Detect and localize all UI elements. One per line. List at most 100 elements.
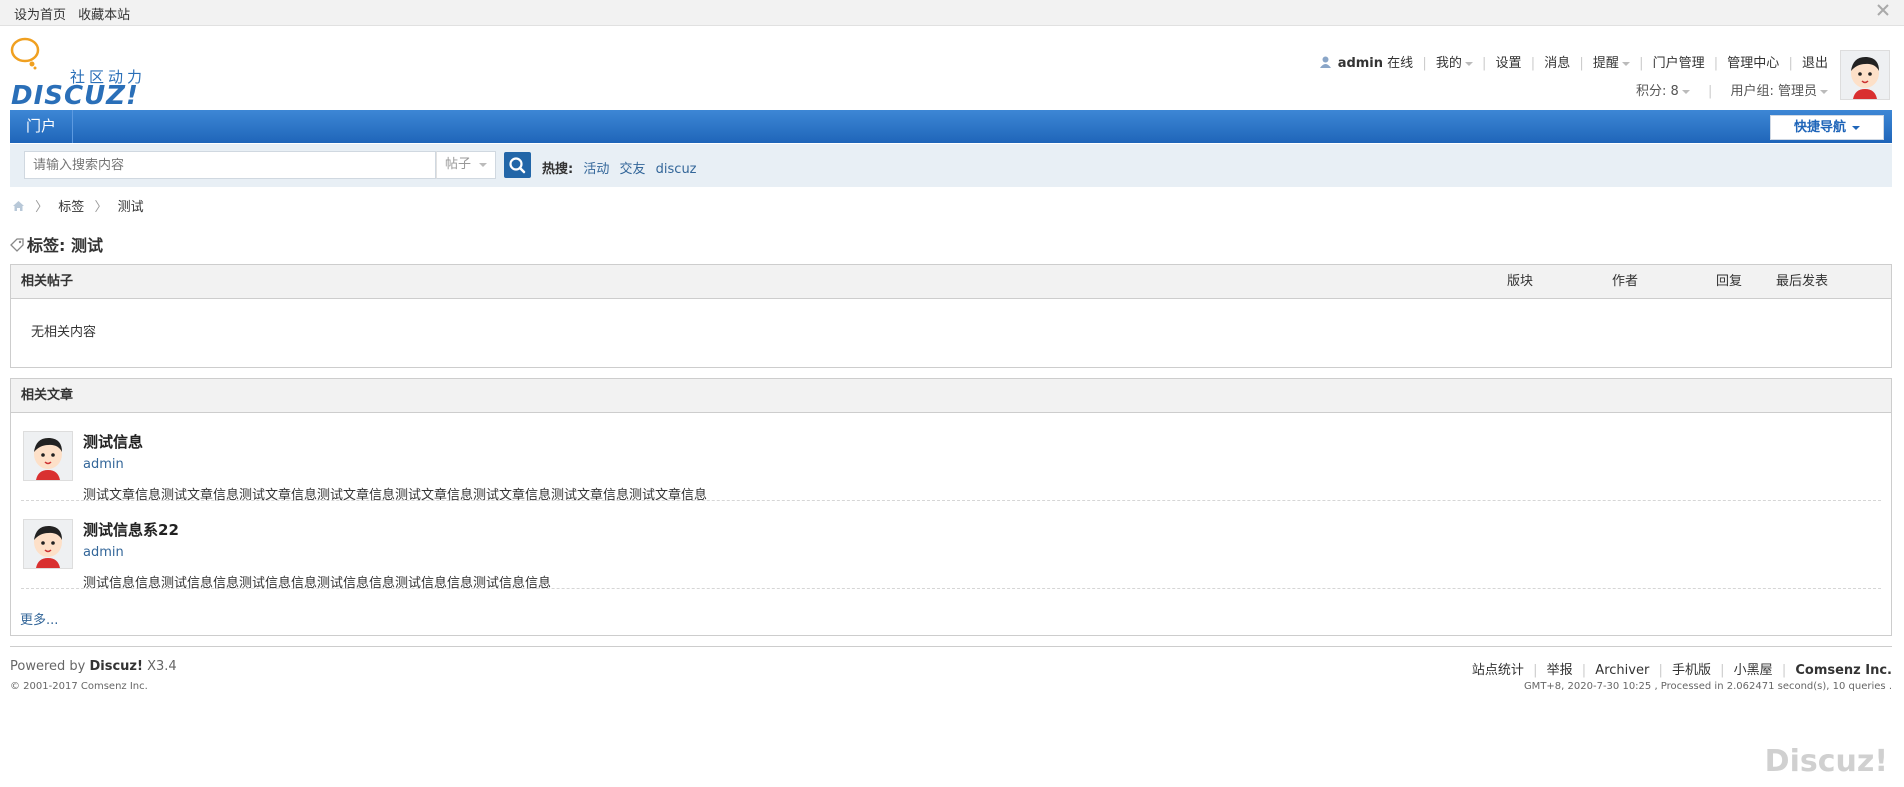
notifications-label: 提醒: [1592, 56, 1619, 71]
divider: |: [1713, 56, 1719, 71]
server-info: GMT+8, 2020-7-30 10:25 , Processed in 2.…: [1523, 681, 1892, 692]
footer-link-report[interactable]: 举报: [1547, 663, 1573, 678]
home-icon[interactable]: [12, 200, 25, 216]
hot-term[interactable]: 活动: [583, 162, 609, 177]
watermark: Discuz!: [1764, 744, 1888, 779]
search-icon: [509, 157, 526, 174]
header: 社区动力 DISCUZ! admin 在线 | 我的 | 设置 | 消息 | 提…: [0, 26, 1904, 111]
messages-link[interactable]: 消息: [1544, 56, 1570, 71]
set-homepage-link[interactable]: 设为首页: [14, 8, 66, 23]
column-replies: 回复: [1716, 274, 1743, 289]
user-icon: [1319, 56, 1331, 72]
search-bar: 帖子 热搜: 活动 交友 discuz: [10, 144, 1892, 187]
divider: |: [1658, 663, 1663, 678]
powered-prefix: Powered by: [10, 659, 90, 674]
tag-icon: [10, 237, 24, 256]
page-title: 标签: 测试: [10, 232, 103, 256]
user-group-menu[interactable]: 用户组: 管理员: [1730, 84, 1828, 99]
divider: |: [1579, 56, 1584, 71]
divider: |: [1639, 56, 1644, 71]
chevron-down-icon: [1820, 89, 1828, 94]
search-button[interactable]: [504, 152, 531, 178]
credits-label: 积分: 8: [1636, 84, 1679, 99]
powered-brand-link[interactable]: Discuz!: [89, 659, 142, 674]
breadcrumb-current: 测试: [117, 200, 144, 215]
hot-term[interactable]: discuz: [656, 162, 697, 177]
divider: |: [1781, 663, 1787, 678]
breadcrumb-tags[interactable]: 标签: [58, 200, 84, 215]
search-type-select[interactable]: 帖子: [436, 151, 496, 179]
notifications-menu[interactable]: 提醒: [1593, 56, 1630, 71]
article-title[interactable]: 测试信息: [83, 431, 143, 452]
footer-link-mobile[interactable]: 手机版: [1672, 663, 1711, 678]
divider: |: [1720, 663, 1725, 678]
divider: |: [1533, 663, 1538, 678]
search-input[interactable]: [25, 152, 441, 178]
site-logo[interactable]: 社区动力 DISCUZ!: [10, 36, 150, 111]
article-author[interactable]: admin: [83, 545, 124, 560]
footer-company-link[interactable]: Comsenz Inc.: [1795, 663, 1892, 678]
related-threads-box: 相关帖子 版块 作者 回复 最后发表 无相关内容: [10, 264, 1892, 368]
footer-link-stats[interactable]: 站点统计: [1472, 663, 1524, 678]
breadcrumb-separator: 〉: [94, 200, 108, 215]
article-author[interactable]: admin: [83, 457, 124, 472]
chevron-down-icon: [1464, 61, 1473, 66]
my-menu[interactable]: 我的: [1436, 56, 1473, 71]
divider: |: [1422, 56, 1427, 71]
hot-search: 热搜: 活动 交友 discuz: [542, 158, 697, 177]
divider: |: [1482, 56, 1487, 71]
settings-link[interactable]: 设置: [1496, 56, 1522, 71]
list-item: 测试信息 admin 测试文章信息测试文章信息测试文章信息测试文章信息测试文章信…: [21, 413, 1881, 503]
user-group-label: 用户组: 管理员: [1730, 84, 1817, 99]
user-info-row: 积分: 8 | 用户组: 管理员: [1636, 80, 1828, 99]
page-title-text: 标签: 测试: [27, 236, 103, 255]
avatar[interactable]: [23, 519, 73, 569]
related-articles-box: 相关文章 测试信息 admin 测试文章信息测试文章信息测试文章信息测试文章信息…: [10, 378, 1892, 636]
bookmark-site-link[interactable]: 收藏本站: [78, 8, 130, 23]
footer-link-blackroom[interactable]: 小黑屋: [1734, 663, 1773, 678]
credits-menu[interactable]: 积分: 8: [1636, 84, 1690, 99]
copyright: © 2001-2017 Comsenz Inc.: [10, 681, 148, 692]
powered-version: X3.4: [142, 659, 177, 674]
logo-wordmark: DISCUZ!: [11, 81, 139, 111]
close-icon[interactable]: [1874, 2, 1892, 20]
chevron-down-icon: [1681, 89, 1690, 94]
more-link[interactable]: 更多...: [20, 609, 58, 628]
top-links: 设为首页 收藏本站: [14, 4, 138, 23]
list-item: 测试信息系22 admin 测试信息信息测试信息信息测试信息信息测试信息信息测试…: [21, 501, 1881, 591]
admin-center-link[interactable]: 管理中心: [1727, 56, 1779, 71]
hot-search-label: 热搜:: [542, 162, 574, 177]
top-toolbar: 设为首页 收藏本站: [0, 0, 1904, 26]
footer: Powered by Discuz! X3.4 © 2001-2017 Coms…: [10, 646, 1892, 707]
logout-link[interactable]: 退出: [1802, 56, 1828, 71]
column-author: 作者: [1612, 274, 1639, 289]
bubble-icon: [10, 37, 40, 70]
related-articles-header: 相关文章: [11, 379, 1891, 413]
quick-nav-label: 快捷导航: [1793, 120, 1846, 135]
footer-links: 站点统计 | 举报 | Archiver | 手机版 | 小黑屋 | Comse…: [1472, 659, 1892, 678]
breadcrumb: 〉 标签 〉 测试: [12, 196, 144, 216]
divider: |: [1530, 56, 1536, 71]
divider: |: [1788, 56, 1793, 71]
avatar[interactable]: [1840, 50, 1890, 100]
portal-admin-link[interactable]: 门户管理: [1653, 56, 1705, 71]
hot-term[interactable]: 交友: [620, 162, 646, 177]
divider: |: [1707, 84, 1713, 99]
column-forum: 版块: [1507, 274, 1534, 289]
footer-link-archiver[interactable]: Archiver: [1595, 663, 1649, 678]
article-title[interactable]: 测试信息系22: [83, 519, 179, 540]
breadcrumb-separator: 〉: [35, 200, 49, 215]
search-type-label: 帖子: [445, 157, 472, 172]
nav-item-portal[interactable]: 门户: [10, 110, 74, 143]
online-status: 在线: [1387, 56, 1414, 71]
chevron-down-icon: [1852, 125, 1860, 130]
my-menu-label: 我的: [1435, 56, 1462, 71]
chevron-down-icon: [479, 162, 488, 167]
quick-nav-button[interactable]: 快捷导航: [1770, 115, 1884, 140]
search-input-wrap: [24, 151, 441, 179]
username-link[interactable]: admin: [1338, 56, 1383, 71]
article-summary: 测试信息信息测试信息信息测试信息信息测试信息信息测试信息信息测试信息信息: [83, 576, 552, 591]
avatar[interactable]: [23, 431, 73, 481]
powered-by: Powered by Discuz! X3.4: [10, 659, 177, 674]
main-nav: 门户 快捷导航: [10, 110, 1892, 143]
